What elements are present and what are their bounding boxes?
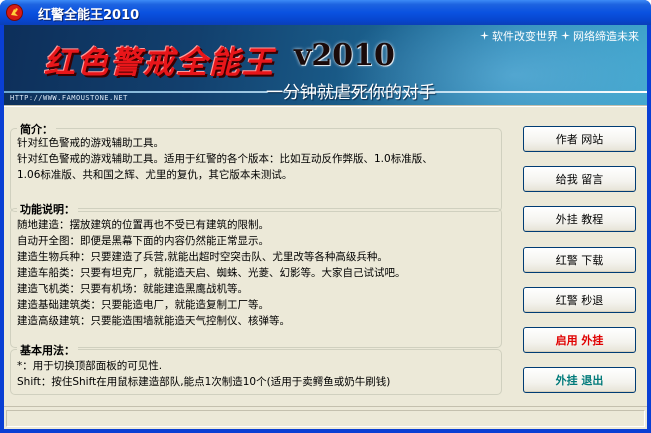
feature-line: 随地建造：摆放建筑的位置再也不受已有建筑的限制。 <box>17 219 269 231</box>
banner-divider <box>4 105 647 107</box>
intro-group: 简介： 针对红色警戒的游戏辅助工具。 针对红色警戒的游戏辅助工具。适用于红警的各… <box>10 121 502 212</box>
feature-line: 自动开全图：即便是黑幕下面的内容仍然能正常显示。 <box>17 235 269 247</box>
status-bar <box>4 406 647 429</box>
feature-line: 建造基础建筑类：只要能造电厂，就能造复制工厂等。 <box>17 299 269 311</box>
features-group: 功能说明： 随地建造：摆放建筑的位置再也不受已有建筑的限制。 自动开全图：即便是… <box>10 201 502 348</box>
intro-line: 针对红色警戒的游戏辅助工具。适用于红警的各个版本：比如互动反作弊版、1.0标准版… <box>17 153 433 165</box>
banner: 软件改变世界 网络缔造未来 红色警戒全能王 v2010 一分钟就虐死你的对手 H… <box>4 25 647 105</box>
sparkle-icon <box>480 30 489 43</box>
tutorial-button[interactable]: 外挂 教程 <box>523 206 636 232</box>
exit-cheat-button[interactable]: 外挂 退出 <box>523 367 636 393</box>
usage-line: *：用于切换顶部面板的可见性. <box>17 360 163 372</box>
author-website-button[interactable]: 作者 网站 <box>523 126 636 152</box>
download-game-button[interactable]: 红警 下载 <box>523 247 636 273</box>
banner-tagline: 软件改变世界 网络缔造未来 <box>480 28 639 44</box>
usage-group: 基本用法： *：用于切换顶部面板的可见性. Shift：按住Shift在用鼠标建… <box>10 342 502 395</box>
usage-line: Shift：按住Shift在用鼠标建造部队,能点1次制造10个(适用于卖鳄鱼或奶… <box>17 376 391 388</box>
feature-line: 建造高级建筑：只要能造围墙就能造天气控制仪、核弹等。 <box>17 315 290 327</box>
feature-line: 建造车船类：只要有坦克厂，就能造天启、蜘蛛、光菱、幻影等。大家自己试试吧。 <box>17 267 406 279</box>
red-alert-logo-icon <box>6 4 23 21</box>
enable-cheat-button[interactable]: 启用 外挂 <box>523 327 636 353</box>
features-heading: 功能说明： <box>17 201 78 217</box>
intro-line: 针对红色警戒的游戏辅助工具。 <box>17 137 164 149</box>
usage-heading: 基本用法： <box>17 342 78 358</box>
feedback-button[interactable]: 给我 留言 <box>523 166 636 192</box>
status-bar-panel <box>6 410 645 427</box>
intro-line: 1.06标准版、共和国之辉、尤里的复仇，其它版本未测试。 <box>17 169 293 181</box>
quit-game-button[interactable]: 红警 秒退 <box>523 287 636 313</box>
tagline-part2: 网络缔造未来 <box>573 30 639 43</box>
sparkle-icon <box>561 30 570 43</box>
banner-version: v2010 <box>294 38 395 73</box>
banner-slogan: 一分钟就虐死你的对手 <box>266 83 436 103</box>
tagline-part1: 软件改变世界 <box>492 30 558 43</box>
feature-line: 建造生物兵种：只要建造了兵营,就能出超时空突击队、尤里改等各种高级兵种。 <box>17 251 388 263</box>
feature-line: 建造飞机类：只要有机场：就能建造黑鹰战机等。 <box>17 283 248 295</box>
app-window: 红警全能王2010 软件改变世界 网络缔造未来 红色警戒全能王 v2010 一分… <box>0 0 651 433</box>
title-bar[interactable]: 红警全能王2010 <box>0 0 651 25</box>
banner-title: 红色警戒全能王 <box>44 45 275 81</box>
window-title: 红警全能王2010 <box>38 8 140 23</box>
client-area: 软件改变世界 网络缔造未来 红色警戒全能王 v2010 一分钟就虐死你的对手 H… <box>4 25 647 429</box>
banner-url: HTTP://WWW.FAMOUSTONE.NET <box>10 94 128 102</box>
